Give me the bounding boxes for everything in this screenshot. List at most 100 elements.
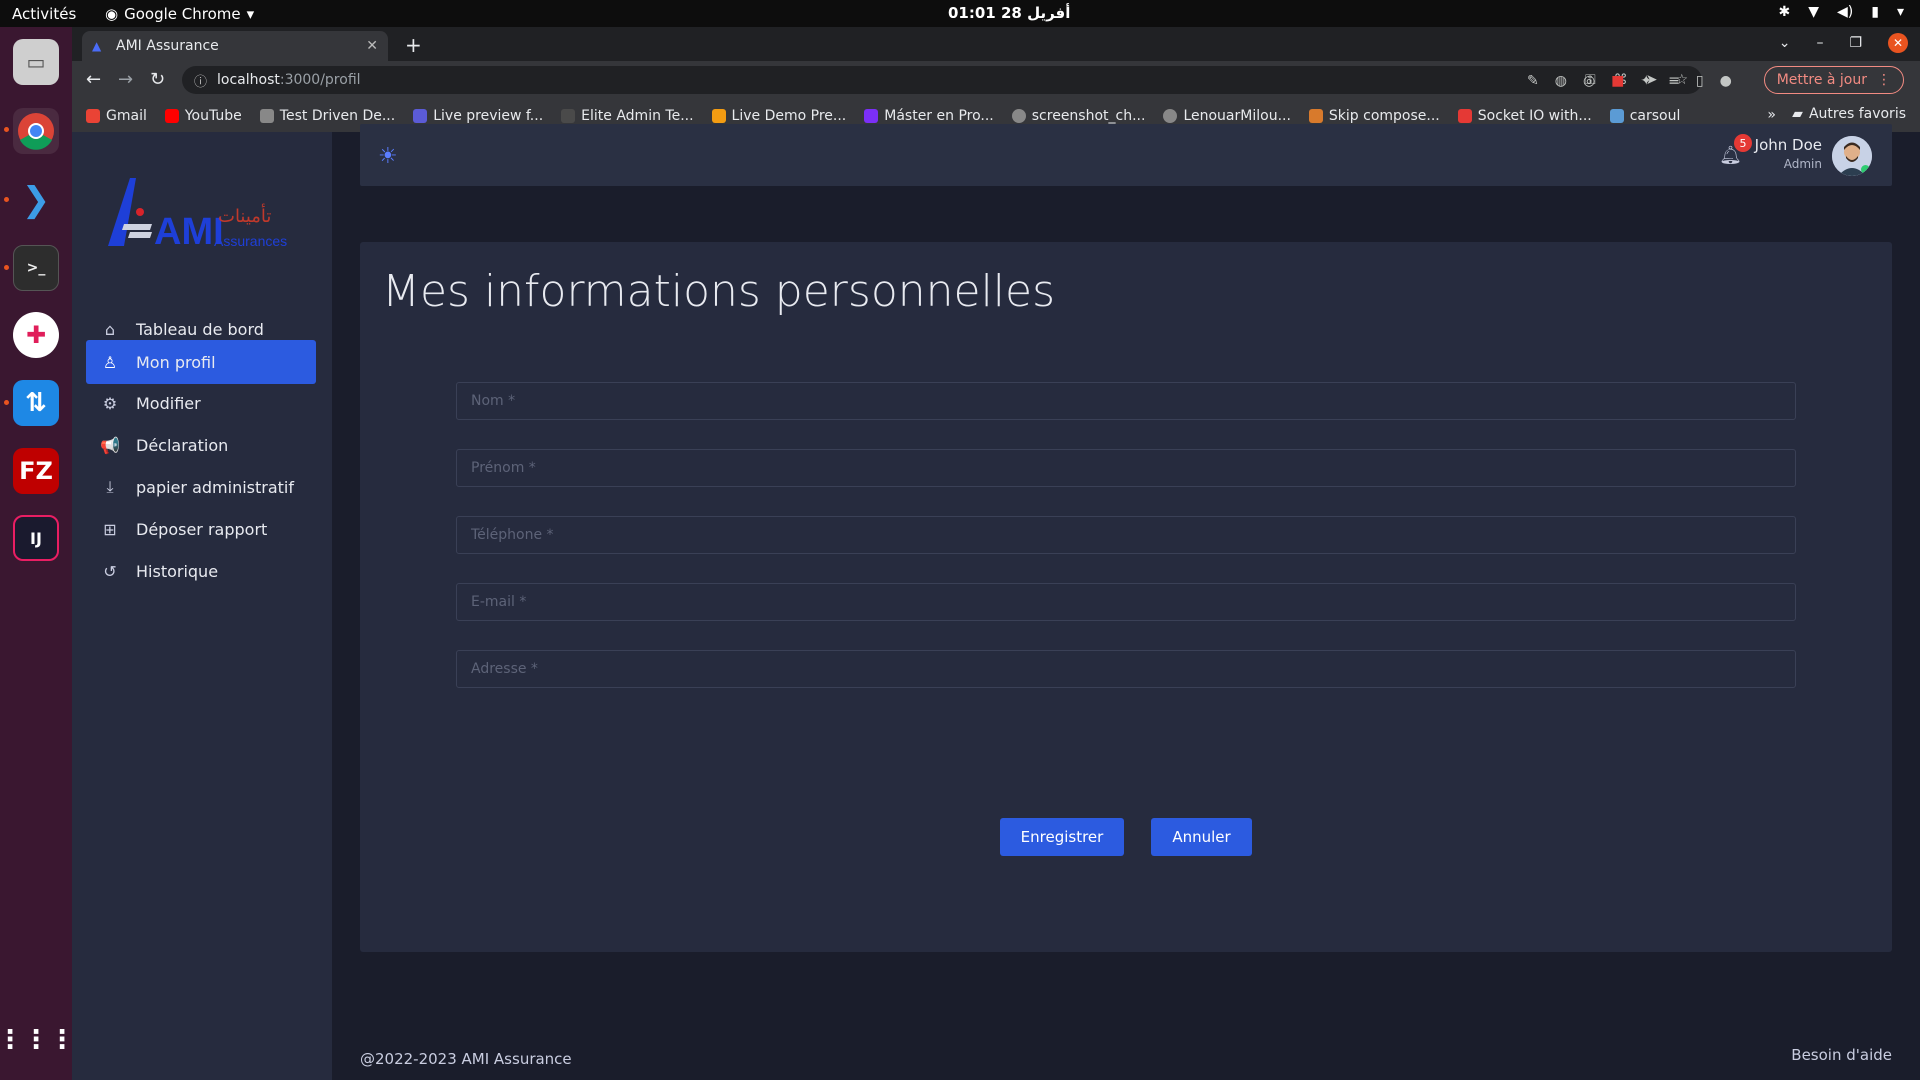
top-header: ☀ 🔔︎ 5 John Doe Admin (360, 124, 1892, 186)
page-title: Mes informations personnelles (382, 266, 1056, 317)
bookmark-item[interactable]: Socket IO with... (1457, 107, 1592, 124)
bookmark-item[interactable]: YouTube (164, 108, 242, 124)
bookmark-item[interactable]: carsoul (1609, 108, 1680, 124)
slack-icon[interactable]: ✚ (13, 312, 59, 358)
sidebar-item-profile[interactable]: ♙ Mon profil (86, 340, 316, 384)
running-indicator (4, 127, 9, 132)
network-icon: ✱ (1778, 4, 1791, 20)
user-name[interactable]: John Doe (1755, 136, 1822, 154)
clock[interactable]: 01:01 28 أفريل (948, 4, 1070, 22)
sidebar-item-label: papier administratif (136, 477, 294, 497)
app-menu[interactable]: ◉ Google Chrome ▾ (105, 5, 254, 23)
tab-title: AMI Assurance (116, 38, 219, 54)
new-tab-button[interactable]: + (405, 33, 422, 57)
activities-button[interactable]: Activités (12, 5, 76, 23)
system-tray[interactable]: ✱ ▼ ◀) ▮ ▾ (1779, 4, 1905, 20)
wifi-icon: ▼ (1808, 4, 1820, 20)
bookmark-item[interactable]: Máster en Pro... (864, 108, 994, 124)
bookmark-item[interactable]: Skip compose... (1308, 108, 1440, 124)
url-host: localhost (217, 72, 280, 88)
logo[interactable]: AMI تأمينات Assurances (102, 168, 292, 258)
youtube-icon (164, 108, 179, 123)
bookmark-item[interactable]: Elite Admin Te... (561, 107, 694, 124)
nom-input[interactable] (456, 382, 1796, 420)
tab-search-icon[interactable]: ⌄ (1779, 35, 1791, 51)
close-window-button[interactable]: ✕ (1888, 33, 1908, 53)
save-button[interactable]: Enregistrer (1000, 818, 1124, 856)
files-icon[interactable]: ▭ (13, 39, 59, 85)
bookmarks-overflow-icon[interactable]: » (1767, 107, 1776, 123)
forward-button[interactable]: → (118, 69, 133, 90)
profile-icon[interactable]: ● (1720, 73, 1732, 89)
help-link[interactable]: Besoin d'aide (1791, 1046, 1892, 1064)
back-button[interactable]: ← (86, 69, 101, 90)
filezilla-icon[interactable]: FZ (13, 448, 59, 494)
logo-subtext: Assurances (214, 233, 287, 249)
tab-strip: ▲ AMI Assurance ✕ + ⌄ – ❐ ✕ (72, 27, 1920, 61)
sidebar-item-edit[interactable]: ⚙ Modifier (86, 381, 316, 425)
system-top-bar: Activités ◉ Google Chrome ▾ 01:01 28 أفر… (0, 0, 1920, 27)
adresse-input[interactable] (456, 650, 1796, 688)
chrome-dock-icon[interactable] (13, 108, 59, 154)
extension-icon[interactable]: ■ (1611, 73, 1624, 89)
toolbar: ← → ↻ ⓘ localhost:3000/profil ⚿ ⌘ ➤ ☆ ✎ … (72, 61, 1920, 99)
telephone-input[interactable] (456, 516, 1796, 554)
extensions-area: ✎ ◍ ◎ ■ ✦ ≡ ▯ ● (1527, 73, 1732, 89)
update-button[interactable]: Mettre à jour ⋮ (1763, 66, 1904, 94)
extension-icon[interactable]: ◎ (1583, 73, 1595, 89)
logo-arabic: تأمينات (218, 203, 271, 227)
app-grid-icon[interactable]: ⋮⋮⋮ (0, 1017, 75, 1063)
bookmark-label: Socket IO with... (1477, 107, 1592, 124)
other-bookmarks-label: Autres favoris (1808, 106, 1906, 122)
sidebar-item-label: Tableau de bord (136, 319, 264, 339)
email-input[interactable] (456, 583, 1796, 621)
bookmark-item[interactable]: Test Driven De... (259, 107, 396, 124)
prenom-input[interactable] (456, 449, 1796, 487)
gmail-icon (86, 108, 100, 123)
sidebar-item-declaration[interactable]: 📢 Déclaration (86, 423, 316, 467)
side-panel-icon[interactable]: ▯ (1696, 73, 1704, 89)
restore-button[interactable]: ❐ (1849, 35, 1862, 51)
bookmark-label: Live preview f... (433, 107, 544, 124)
reading-list-icon[interactable]: ≡ (1668, 73, 1680, 89)
other-bookmarks[interactable]: ▰ Autres favoris (1792, 106, 1906, 122)
cancel-button[interactable]: Annuler (1151, 818, 1252, 856)
avatar[interactable] (1832, 136, 1872, 176)
intellij-icon[interactable]: IJ (13, 515, 59, 561)
bookmark-favicon-icon (561, 108, 576, 123)
terminal-icon[interactable]: >_ (13, 245, 59, 291)
sidebar-item-history[interactable]: ↺ Historique (86, 549, 316, 593)
gear-icon: ⚙ (102, 393, 118, 413)
bookmark-label: Elite Admin Te... (581, 107, 694, 124)
address-bar[interactable]: ⓘ localhost:3000/profil ⚿ ⌘ ➤ ☆ (182, 66, 1702, 94)
dock: ▭ ❯ >_ ✚ ⇅ FZ IJ ⋮⋮⋮ (0, 27, 75, 1080)
bookmark-item[interactable]: screenshot_ch... (1011, 108, 1145, 124)
sidebar: AMI تأمينات Assurances ⌂ Tableau de bord… (72, 132, 332, 1080)
app-menu-label: Google Chrome (124, 5, 241, 23)
bookmark-item[interactable]: Gmail (86, 108, 147, 124)
transfer-icon[interactable]: ⇅ (13, 380, 59, 426)
url-path: :3000/profil (279, 72, 361, 88)
favicon-icon: ▲ (92, 39, 102, 53)
sidebar-item-documents[interactable]: ⤓ papier administratif (86, 465, 316, 509)
close-tab-icon[interactable]: ✕ (366, 38, 378, 54)
sidebar-item-label: Déposer rapport (136, 519, 268, 539)
puzzle-icon[interactable]: ✦ (1640, 73, 1652, 89)
bookmark-item[interactable]: Live preview f... (413, 108, 543, 124)
megaphone-icon: 📢 (100, 435, 120, 455)
bookmark-item[interactable]: LenouarMilou... (1163, 108, 1291, 124)
sidebar-item-report[interactable]: ⊞ Déposer rapport (86, 507, 316, 551)
notification-badge: 5 (1734, 134, 1752, 152)
extension-icon[interactable]: ✎ (1527, 73, 1539, 89)
site-info-icon[interactable]: ⓘ (194, 71, 207, 90)
bookmark-item[interactable]: Live Demo Pre... (711, 108, 846, 124)
browser-tab[interactable]: ▲ AMI Assurance ✕ (82, 31, 388, 61)
bookmark-label: Test Driven De... (279, 107, 396, 124)
bookmark-label: Gmail (106, 107, 147, 124)
bookmark-favicon-icon (259, 108, 274, 123)
extension-icon[interactable]: ◍ (1555, 73, 1567, 89)
theme-toggle-icon[interactable]: ☀ (378, 144, 398, 169)
minimize-button[interactable]: – (1816, 35, 1823, 51)
reload-button[interactable]: ↻ (150, 69, 165, 90)
vscode-icon[interactable]: ❯ (13, 177, 59, 223)
